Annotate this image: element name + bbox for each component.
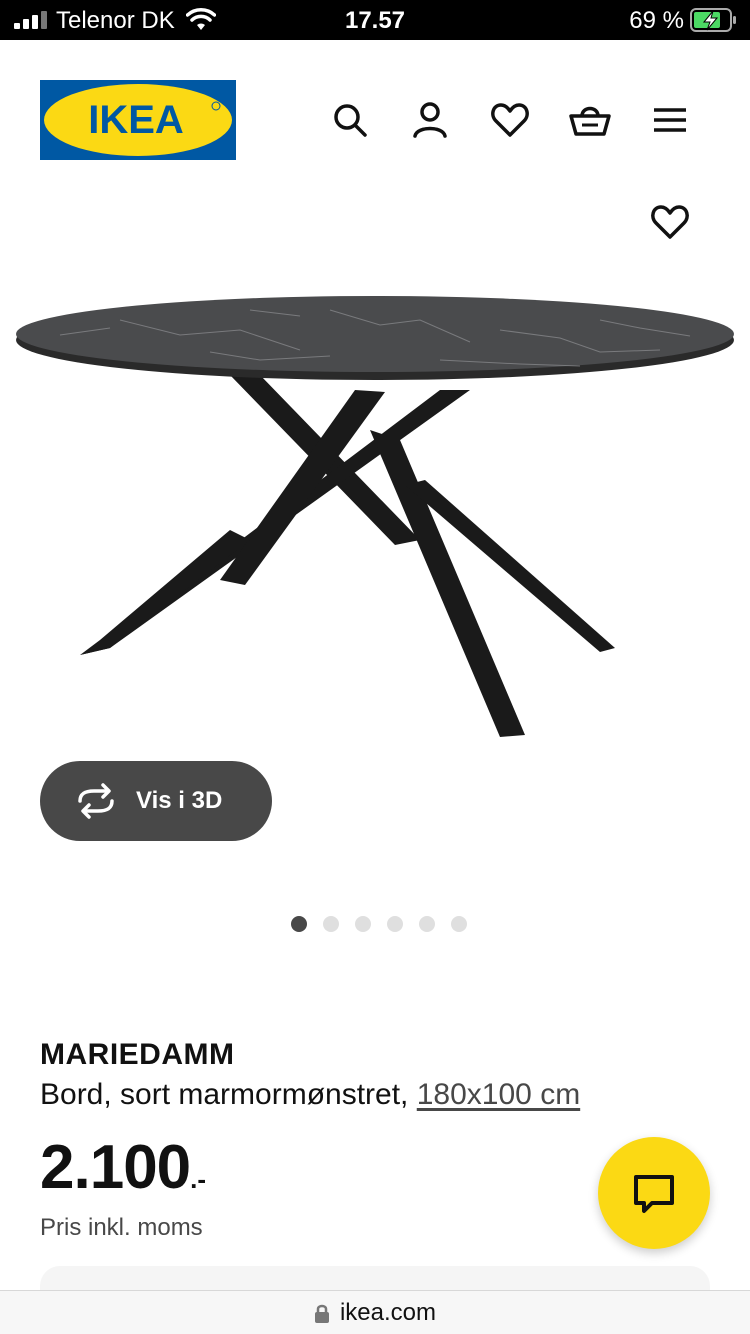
lock-icon [314,1303,330,1323]
view-in-3d-label: Vis i 3D [136,787,223,814]
image-pagination [0,916,750,934]
price-suffix: .- [190,1164,207,1194]
ikea-logo[interactable]: IKEA [40,80,236,160]
table-leg [370,430,525,737]
table-top [16,296,734,372]
status-bar: Telenor DK 17.57 69 % [0,0,750,40]
product-name: MARIEDAMM [40,1038,235,1071]
product-description: Bord, sort marmormønstret, 180x100 cm [40,1078,580,1112]
account-icon[interactable] [408,98,452,142]
add-to-favorites-icon[interactable] [648,200,692,244]
product-size-link[interactable]: 180x100 cm [417,1078,580,1111]
table-leg [80,530,250,655]
product-description-text: Bord, sort marmormønstret, [40,1078,409,1111]
browser-url-bar[interactable]: ikea.com [0,1290,750,1334]
product-price: 2.100.- [40,1132,206,1203]
pagination-dot[interactable] [419,916,435,932]
favorites-icon[interactable] [488,98,532,142]
search-icon[interactable] [328,98,372,142]
price-note: Pris inkl. moms [40,1214,203,1241]
price-amount: 2.100 [40,1133,191,1202]
pagination-dot[interactable] [387,916,403,932]
chat-icon [634,1175,674,1213]
basket-icon[interactable] [568,98,612,142]
pagination-dot[interactable] [355,916,371,932]
pagination-dot[interactable] [291,916,307,932]
chat-button[interactable] [598,1137,710,1249]
battery-charging-icon [690,8,736,32]
pagination-dot[interactable] [451,916,467,932]
browser-url: ikea.com [339,1298,437,1326]
view-in-3d-button[interactable]: Vis i 3D [40,761,272,841]
rotate-3d-icon [74,779,118,823]
logo-text: IKEA [88,98,184,142]
battery-percent: 69 % [629,7,684,34]
product-image[interactable] [0,280,750,760]
menu-icon[interactable] [648,98,692,142]
pagination-dot[interactable] [323,916,339,932]
